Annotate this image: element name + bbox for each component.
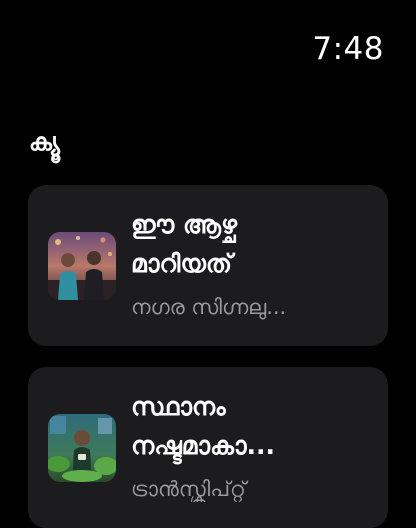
status-clock: 7:48 (312, 31, 384, 67)
episode-title: ഈ ആഴ്ച മാറിയത് (131, 205, 374, 283)
episode-thumbnail (48, 414, 116, 482)
episode-title-line-1: സ്ഥാനം (131, 392, 226, 421)
episode-title-line-1: ഈ ആഴ്ച (131, 210, 237, 239)
episode-thumbnail (48, 232, 116, 300)
queue-item-card[interactable]: സ്ഥാനം നഷ്ടമാകാ... ട്രാൻസ്ക്രിപ്റ്റ് (28, 367, 388, 528)
episode-title-line-2: നഷ്ടമാകാ... (131, 431, 275, 460)
episode-title: സ്ഥാനം നഷ്ടമാകാ... (131, 387, 374, 465)
queue-heading: ക്യൂ (29, 128, 60, 156)
episode-title-line-2: മാറിയത് (131, 249, 232, 278)
queue-item-card[interactable]: ഈ ആഴ്ച മാറിയത് നഗര സിഗ്നലു... (28, 185, 388, 346)
episode-subtitle: ട്രാൻസ്ക്രിപ്റ്റ് (131, 477, 246, 501)
episode-subtitle: നഗര സിഗ്നലു... (131, 295, 287, 319)
